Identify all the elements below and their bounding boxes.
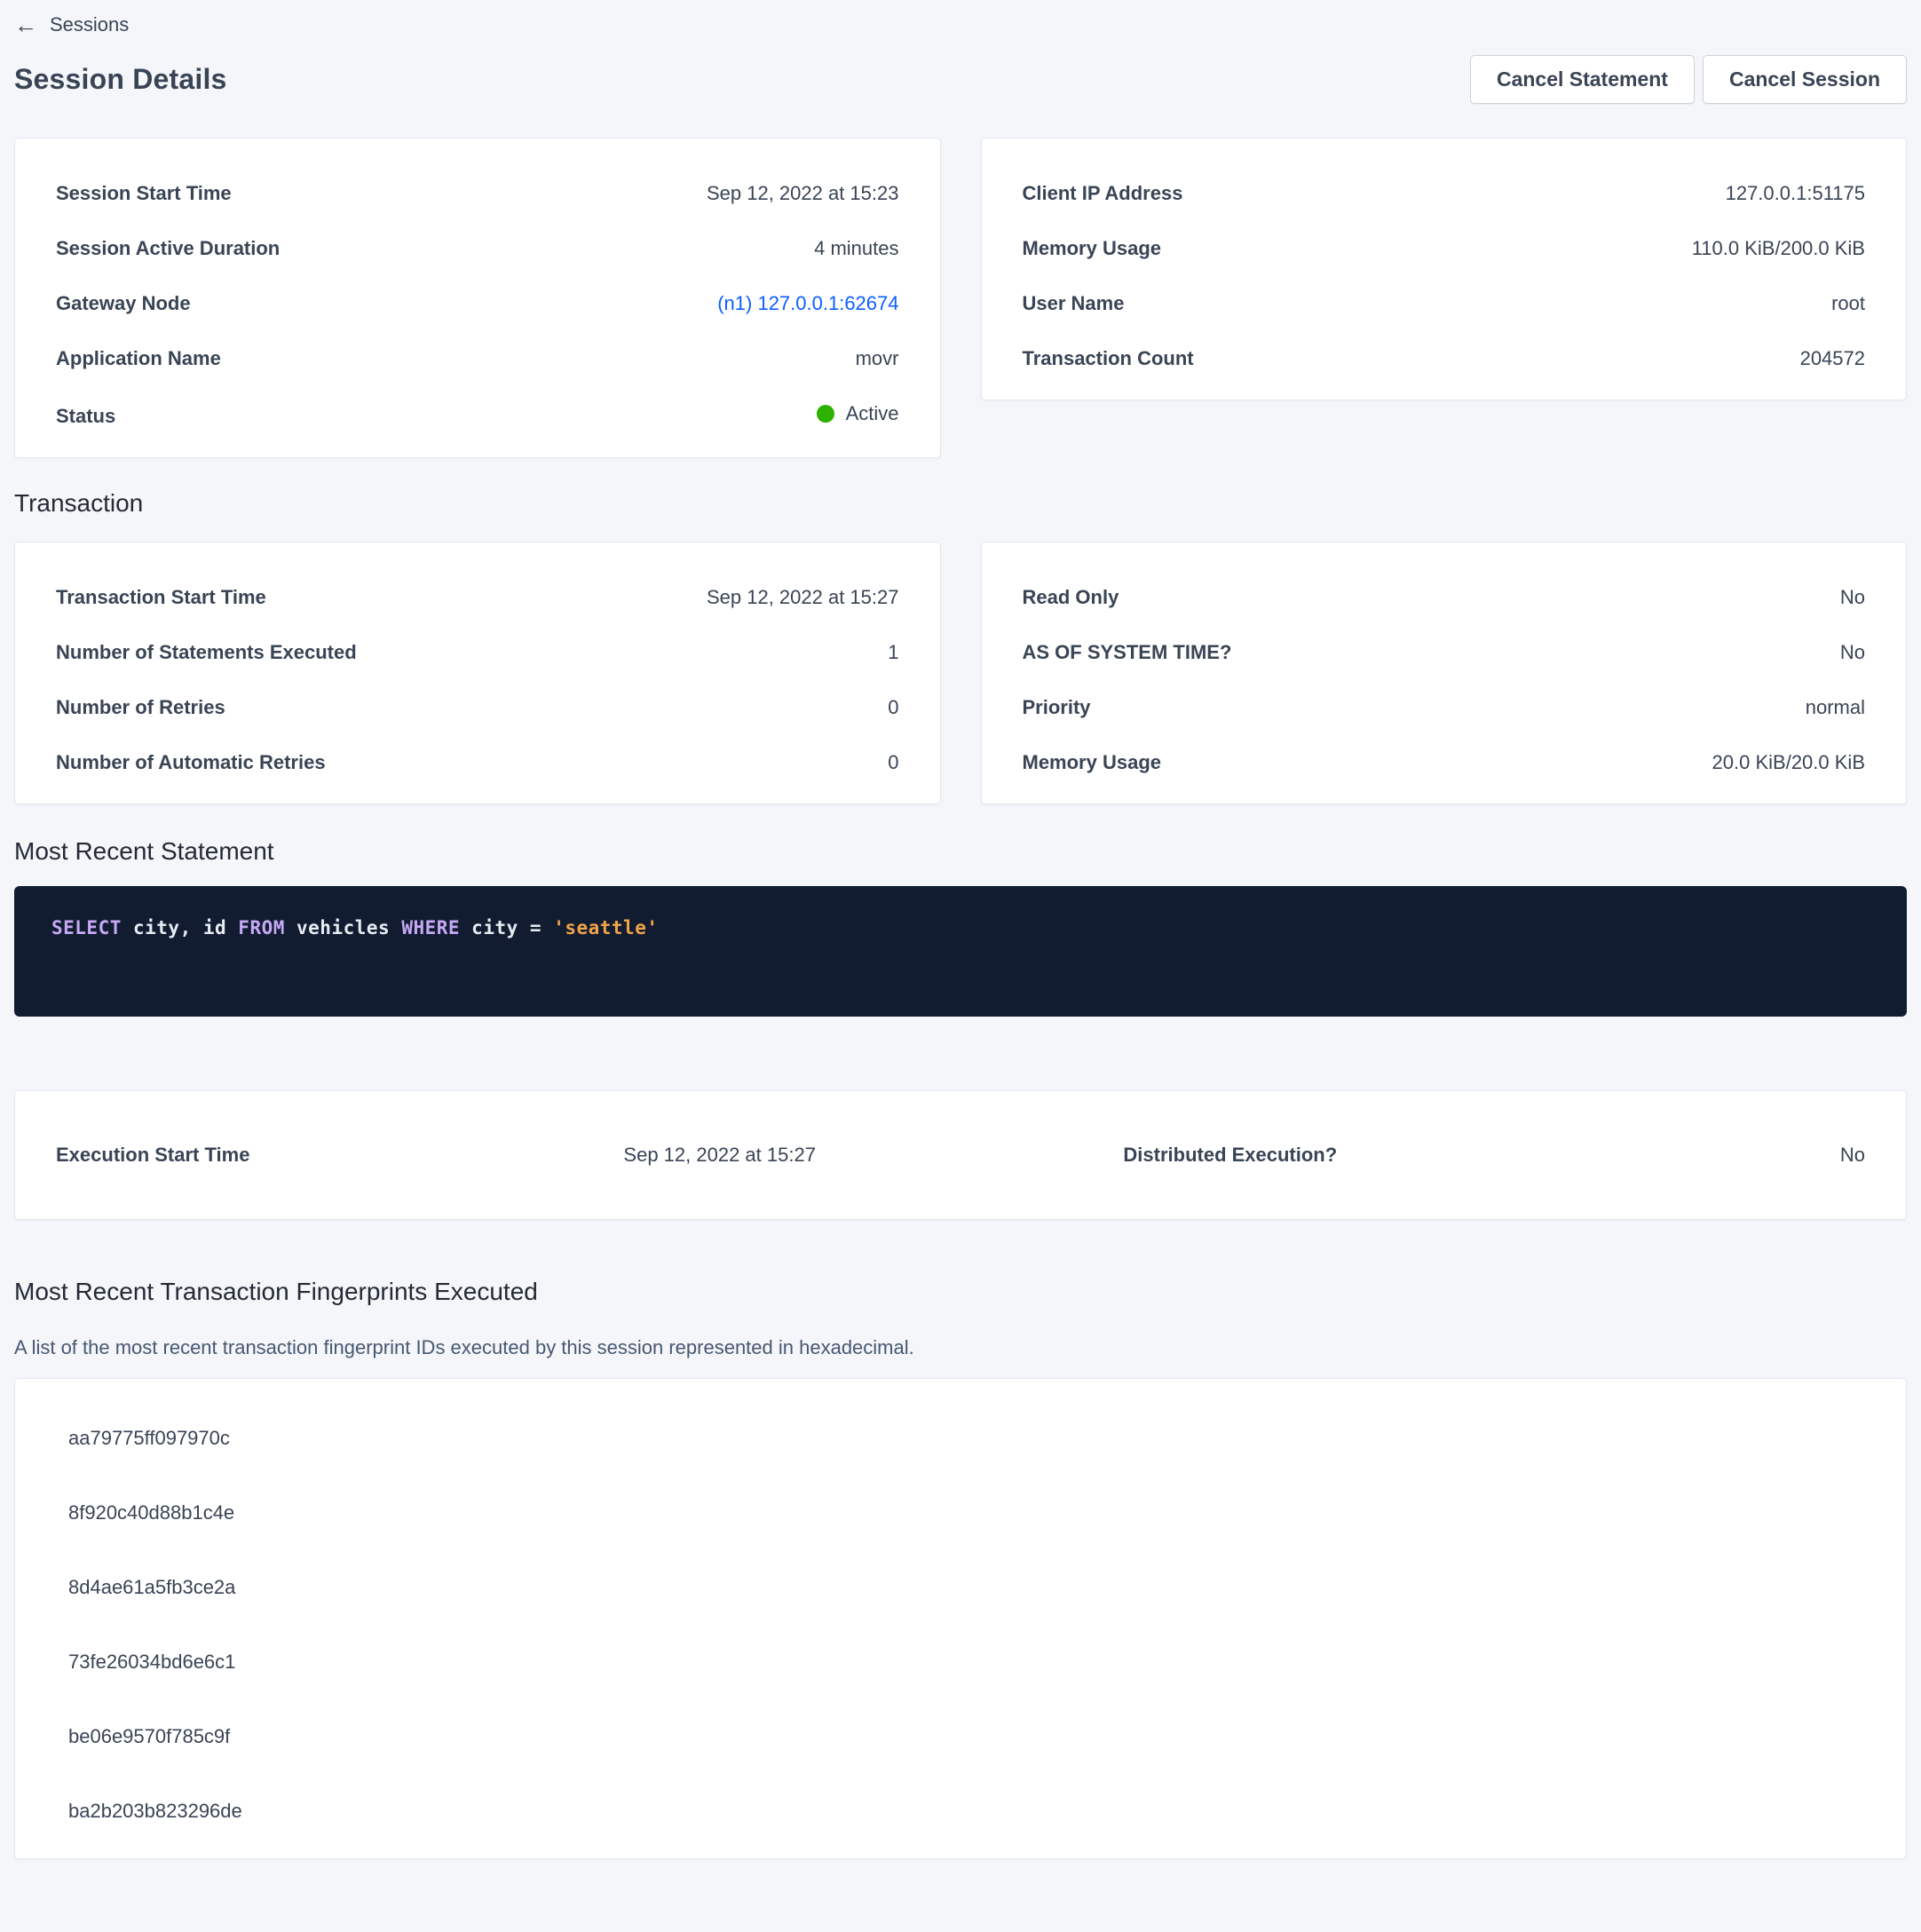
fingerprint-id: 73fe26034bd6e6c1 [68,1650,1865,1675]
detail-row: Number of Statements Executed 1 [56,640,899,665]
detail-label: Session Start Time [56,181,232,206]
sql-token-keyword: WHERE [401,917,460,938]
detail-row: Memory Usage 20.0 KiB/20.0 KiB [1023,750,1866,775]
detail-row: Session Active Duration 4 minutes [56,236,899,261]
session-summary-row: Session Start TimeSep 12, 2022 at 15:23S… [14,138,1907,458]
detail-value: No [1840,640,1865,665]
sql-token-plain: vehicles [285,917,401,938]
sql-token-keyword: FROM [238,917,285,938]
detail-row: Application Name movr [56,346,899,371]
detail-row: Priority normal [1023,695,1866,720]
header-actions: Cancel Statement Cancel Session [1470,55,1907,104]
sql-token-keyword: SELECT [51,917,122,938]
fingerprints-section-description: A list of the most recent transaction fi… [14,1335,1907,1360]
detail-value: 204572 [1800,346,1865,371]
fingerprints-section-heading: Most Recent Transaction Fingerprints Exe… [14,1277,1907,1307]
page-header: Session Details Cancel Statement Cancel … [14,48,1907,110]
statement-section-heading: Most Recent Statement [14,836,1907,867]
status-text: Active [846,401,899,426]
session-info-card: Session Start TimeSep 12, 2022 at 15:23S… [14,138,941,458]
detail-label: Session Active Duration [56,236,280,261]
detail-label: Transaction Start Time [56,585,266,610]
distributed-execution-value: No [1576,1143,1865,1168]
session-details-page: ← Sessions Session Details Cancel Statem… [0,0,1921,1859]
sql-statement-text: SELECT city, id FROM vehicles WHERE city… [51,917,658,938]
detail-value: movr [856,346,899,371]
status-active-dot-icon [817,405,834,423]
detail-row: Number of Retries 0 [56,695,899,720]
detail-value: 0 [888,695,898,720]
detail-label: Priority [1023,695,1091,720]
detail-label: Read Only [1023,585,1119,610]
breadcrumb: ← Sessions [14,12,1907,37]
detail-label: User Name [1023,291,1125,316]
back-link-label: Sessions [50,12,129,37]
detail-label: Status [56,404,115,429]
detail-value: Sep 12, 2022 at 15:23 [707,181,899,206]
sql-token-plain: city = [460,917,553,938]
detail-row: Transaction Start Time Sep 12, 2022 at 15… [56,585,899,610]
detail-label: Application Name [56,346,221,371]
distributed-execution-label: Distributed Execution? [1123,1143,1576,1168]
cancel-statement-button[interactable]: Cancel Statement [1470,55,1695,104]
execution-start-time-label: Execution Start Time [56,1143,598,1168]
status-badge: Active [817,401,899,426]
fingerprint-id: 8f920c40d88b1c4e [68,1500,1865,1525]
detail-value: 1 [888,640,898,665]
detail-value: No [1840,585,1865,610]
detail-row: Gateway Node (n1) 127.0.0.1:62674 [56,291,899,316]
transaction-row: Transaction Start Time Sep 12, 2022 at 15… [14,542,1907,804]
detail-label: Gateway Node [56,291,191,316]
detail-value: 110.0 KiB/200.0 KiB [1692,236,1865,261]
detail-value: root [1831,291,1865,316]
sql-token-string: 'seattle' [553,917,658,938]
gateway-node-link[interactable]: (n1) 127.0.0.1:62674 [717,291,898,316]
detail-row: Read Only No [1023,585,1866,610]
detail-value: 127.0.0.1:51175 [1726,181,1865,206]
client-info-card: Client IP Address 127.0.0.1:51175 Memory U… [981,138,1908,400]
detail-label: Memory Usage [1023,236,1162,261]
detail-value: 0 [888,750,898,775]
detail-label: Memory Usage [1023,750,1162,775]
detail-row: AS OF SYSTEM TIME? No [1023,640,1866,665]
detail-value: 20.0 KiB/20.0 KiB [1712,750,1865,775]
detail-label: Number of Retries [56,695,225,720]
detail-value: normal [1806,695,1865,720]
back-to-sessions-link[interactable]: ← Sessions [14,12,129,37]
sql-statement-box: SELECT city, id FROM vehicles WHERE city… [14,886,1907,1017]
transaction-props-card: Read Only No AS OF SYSTEM TIME? No Priority n… [981,542,1908,804]
detail-row: Transaction Count 204572 [1023,346,1866,371]
detail-label: Number of Statements Executed [56,640,357,665]
cancel-session-button[interactable]: Cancel Session [1703,55,1907,104]
detail-row: Client IP Address 127.0.0.1:51175 [1023,181,1866,206]
execution-start-time-value: Sep 12, 2022 at 15:27 [598,1143,816,1168]
fingerprint-id: aa79775ff097970c [68,1426,1865,1451]
detail-label: Client IP Address [1023,181,1183,206]
execution-card: Execution Start Time Sep 12, 2022 at 15:… [14,1090,1907,1220]
fingerprint-id: 8d4ae61a5fb3ce2a [68,1575,1865,1600]
transaction-section-heading: Transaction [14,488,1907,519]
transaction-info-card: Transaction Start Time Sep 12, 2022 at 15… [14,542,941,804]
detail-label: AS OF SYSTEM TIME? [1023,640,1232,665]
detail-row: Session Start Time Sep 12, 2022 at 15:23 [56,181,899,206]
detail-row: User Name root [1023,291,1866,316]
detail-label: Transaction Count [1023,346,1194,371]
detail-value: Sep 12, 2022 at 15:27 [707,585,899,610]
fingerprint-id: be06e9570f785c9f [68,1724,1865,1749]
sql-token-plain: city, id [122,917,238,938]
back-arrow-icon: ← [14,12,37,37]
page-title: Session Details [14,63,227,96]
detail-row: Memory Usage 110.0 KiB/200.0 KiB [1023,236,1866,261]
detail-value: 4 minutes [814,236,898,261]
detail-label: Number of Automatic Retries [56,750,326,775]
detail-row: Number of Automatic Retries 0 [56,750,899,775]
detail-row: Status Active [56,401,899,429]
fingerprints-card: aa79775ff097970c 8f920c40d88b1c4e 8d4ae61a… [14,1378,1907,1859]
fingerprint-id: ba2b203b823296de [68,1799,1865,1824]
